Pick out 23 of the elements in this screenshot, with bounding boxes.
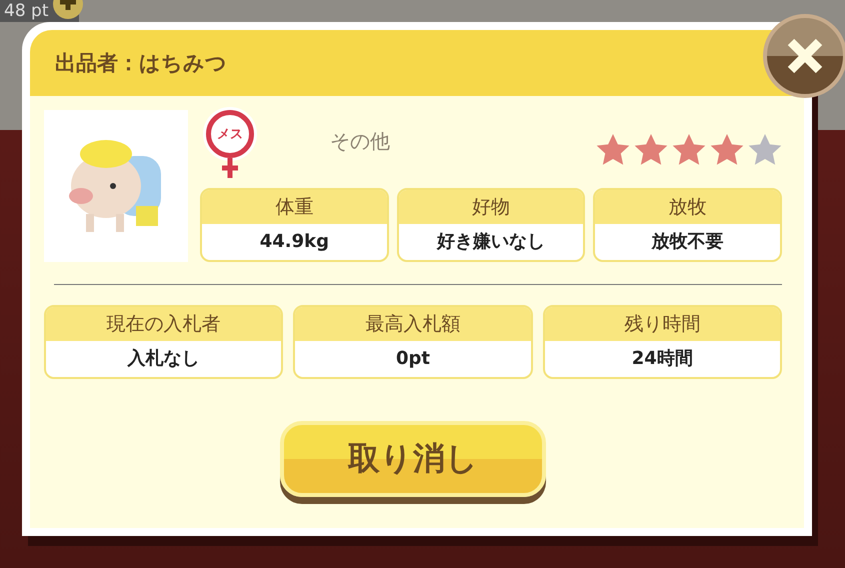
dialog-title: 出品者：はちみつ xyxy=(55,50,227,77)
stat-value: 好き嫌いなし xyxy=(436,230,546,254)
star-icon xyxy=(634,134,668,166)
bid-value: 0pt xyxy=(394,347,431,371)
star-icon xyxy=(672,134,706,166)
bid-value: 入札なし xyxy=(126,347,201,371)
stat-label: 体重 xyxy=(202,190,387,224)
female-symbol-icon xyxy=(220,158,240,178)
star-icon xyxy=(748,134,782,166)
star-icon xyxy=(596,134,630,166)
stat-label: 好物 xyxy=(398,190,584,224)
star-icon xyxy=(710,134,744,166)
bid-label: 現在の入札者 xyxy=(46,307,282,341)
stat-label: 放牧 xyxy=(595,190,780,224)
stat-value: 放牧不要 xyxy=(650,230,725,254)
category-label: その他 xyxy=(330,128,390,155)
close-icon xyxy=(785,36,825,76)
gender-badge: メス xyxy=(206,110,254,158)
bid-label: 最高入札額 xyxy=(295,307,531,341)
stat-value: 44.9kg xyxy=(258,230,330,254)
bid-label: 残り時間 xyxy=(544,307,780,341)
bid-value: 24時間 xyxy=(630,347,694,371)
plus-icon[interactable] xyxy=(52,0,82,22)
